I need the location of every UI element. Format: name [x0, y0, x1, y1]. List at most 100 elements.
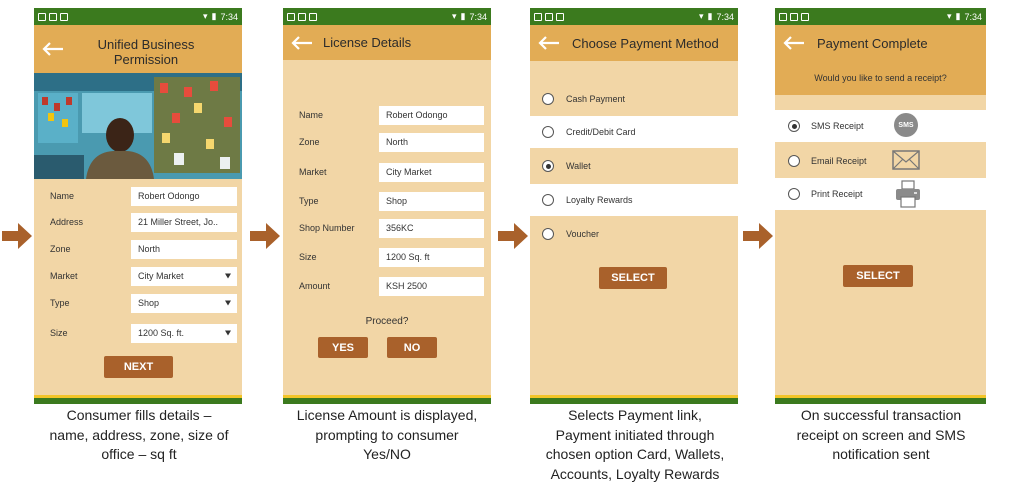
- shop-number-value: 356KC: [379, 218, 484, 238]
- form-row-type: Type Shop: [34, 292, 242, 314]
- radio-button[interactable]: [542, 126, 554, 138]
- page-title: Choose Payment Method: [572, 35, 719, 51]
- battery-icon: ▮: [211, 11, 217, 21]
- receipt-option-email[interactable]: Email Receipt: [775, 145, 986, 177]
- form-row-market: Market City Market: [34, 265, 242, 287]
- next-button[interactable]: NEXT: [104, 356, 173, 378]
- field-label: Name: [299, 110, 324, 120]
- option-label: SMS Receipt: [811, 121, 864, 131]
- dropdown-caret-icon: [225, 273, 231, 279]
- caption-step-3: Selects Payment link, Payment initiated …: [545, 407, 725, 482]
- radio-button[interactable]: [788, 155, 800, 167]
- back-arrow-icon[interactable]: [783, 36, 805, 50]
- type-value: Shop: [379, 191, 484, 211]
- status-bar: ▾ ▮ 7:34: [283, 8, 491, 25]
- field-label: Amount: [299, 281, 331, 291]
- radio-button[interactable]: [542, 93, 554, 105]
- caption-step-1: Consumer fills details – name, address, …: [49, 407, 229, 462]
- dropdown-caret-icon: [225, 330, 231, 336]
- select-button[interactable]: SELECT: [843, 265, 913, 287]
- back-arrow-icon[interactable]: [291, 35, 313, 50]
- battery-icon: ▮: [707, 11, 713, 21]
- screen-payment-complete: ▾ ▮ 7:34 Payment Complete Would you like t…: [775, 8, 986, 404]
- sms-icon-text: SMS: [898, 121, 914, 129]
- payment-option-loyalty[interactable]: Loyalty Rewards: [530, 184, 738, 216]
- wifi-icon: ▾: [946, 11, 952, 21]
- detail-row-type: Type Shop: [283, 190, 491, 212]
- field-label: Market: [299, 167, 327, 177]
- type-select-value: Shop: [138, 298, 160, 308]
- option-label: Loyalty Rewards: [566, 195, 633, 205]
- option-label: Cash Payment: [566, 94, 626, 104]
- radio-button-selected[interactable]: [788, 120, 800, 132]
- market-select[interactable]: City Market: [131, 266, 237, 286]
- envelope-icon: [892, 150, 920, 170]
- wifi-icon: ▾: [698, 11, 704, 21]
- field-label: Address: [50, 217, 84, 227]
- receipt-option-sms[interactable]: SMS Receipt SMS: [775, 110, 986, 142]
- footer-stripe: [775, 395, 986, 404]
- page-title: Unified Business Permission: [97, 37, 195, 67]
- payment-option-wallet[interactable]: Wallet: [530, 150, 738, 182]
- receipt-option-print[interactable]: Print Receipt: [775, 178, 986, 210]
- zone-field[interactable]: North: [131, 239, 237, 259]
- dropdown-caret-icon: [225, 300, 231, 306]
- payment-option-voucher[interactable]: Voucher: [530, 218, 738, 250]
- form-row-name: Name Robert Odongo: [34, 185, 242, 207]
- app-bar: Payment Complete: [775, 25, 986, 61]
- radio-button[interactable]: [542, 228, 554, 240]
- caption-step-2: License Amount is displayed, prompting t…: [296, 407, 478, 462]
- app-bar: License Details: [283, 25, 491, 60]
- printer-icon: [895, 180, 921, 208]
- page-title: License Details: [323, 35, 412, 50]
- field-label: Type: [299, 196, 319, 206]
- address-field[interactable]: 21 Miller Street, Jo..: [131, 212, 237, 232]
- detail-row-size: Size 1200 Sq. ft: [283, 246, 491, 268]
- no-button[interactable]: NO: [387, 337, 437, 358]
- radio-button[interactable]: [542, 194, 554, 206]
- payment-option-card[interactable]: Credit/Debit Card: [530, 116, 738, 148]
- yes-button[interactable]: YES: [318, 337, 368, 358]
- size-select[interactable]: 1200 Sq. ft.: [131, 323, 237, 343]
- receipt-question: Would you like to send a receipt?: [814, 73, 947, 83]
- zone-value: North: [379, 132, 484, 152]
- name-field[interactable]: Robert Odongo: [131, 186, 237, 206]
- size-value: 1200 Sq. ft: [379, 247, 484, 267]
- field-label: Shop Number: [299, 223, 355, 233]
- footer-stripe: [283, 395, 491, 404]
- type-select[interactable]: Shop: [131, 293, 237, 313]
- app-bar: Choose Payment Method: [530, 25, 738, 61]
- detail-row-name: Name Robert Odongo: [283, 104, 491, 126]
- name-value: Robert Odongo: [379, 105, 484, 125]
- wifi-icon: ▾: [451, 11, 457, 21]
- page-title: Payment Complete: [817, 35, 928, 51]
- radio-button[interactable]: [788, 188, 800, 200]
- screen-license-details: ▾ ▮ 7:34 License Details Name Robert Odong…: [283, 8, 491, 404]
- proceed-prompt: Proceed?: [365, 316, 409, 327]
- option-label: Print Receipt: [811, 189, 863, 199]
- status-time: 7:34: [716, 11, 734, 22]
- radio-button-selected[interactable]: [542, 160, 554, 172]
- battery-icon: ▮: [955, 11, 961, 21]
- payment-option-cash[interactable]: Cash Payment: [530, 83, 738, 115]
- app-bar: Unified Business Permission: [34, 25, 242, 73]
- battery-icon: ▮: [460, 11, 466, 21]
- detail-row-market: Market City Market: [283, 161, 491, 183]
- field-label: Market: [50, 271, 78, 281]
- status-bar: ▾ ▮ 7:34: [34, 8, 242, 25]
- detail-row-amount: Amount KSH 2500: [283, 275, 491, 297]
- field-label: Name: [50, 191, 75, 201]
- sms-icon: SMS: [894, 113, 918, 137]
- back-arrow-icon[interactable]: [42, 42, 64, 56]
- footer-stripe: [530, 395, 738, 404]
- field-label: Type: [50, 298, 70, 308]
- form-row-size: Size 1200 Sq. ft.: [34, 322, 242, 344]
- select-button[interactable]: SELECT: [599, 267, 667, 289]
- flow-arrow-icon: [743, 223, 773, 249]
- status-time: 7:34: [220, 11, 238, 22]
- field-label: Size: [50, 328, 68, 338]
- form-row-address: Address 21 Miller Street, Jo..: [34, 211, 242, 233]
- shop-photo: [34, 73, 242, 179]
- back-arrow-icon[interactable]: [538, 36, 560, 50]
- market-value: City Market: [379, 162, 484, 182]
